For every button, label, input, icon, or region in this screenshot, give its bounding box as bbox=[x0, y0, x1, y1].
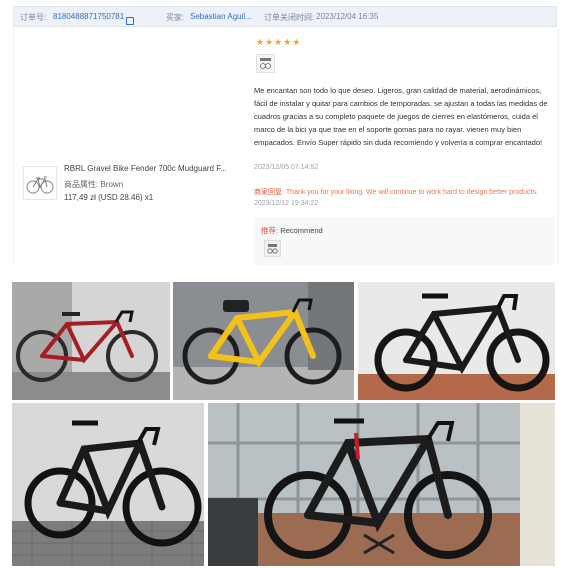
copy-icon[interactable] bbox=[126, 17, 135, 25]
customer-photo-black-bike-1[interactable] bbox=[358, 282, 555, 400]
customer-photo-black-bike-3[interactable] bbox=[208, 403, 555, 566]
review-content: ★★★★★ Me encantan son todo lo que deseo.… bbox=[254, 28, 554, 265]
product-quantity: x1 bbox=[144, 193, 154, 202]
buyer-label: 买家: bbox=[166, 13, 185, 22]
recommend-photo-thumb[interactable] bbox=[264, 240, 281, 257]
product-price: 117,49 zł (USD 28.46) x1 bbox=[64, 193, 153, 202]
review-card: RBRL Gravel Bike Fender 700c Mudguard F.… bbox=[13, 28, 559, 265]
recommend-value: Recommend bbox=[280, 226, 323, 235]
rating-stars: ★★★★★ bbox=[256, 37, 302, 47]
recommend-label: 推荐: bbox=[261, 226, 279, 235]
product-price-value: 117,49 zł (USD 28.46) bbox=[64, 193, 143, 202]
review-text: Me encantan son todo lo que deseo. Liger… bbox=[254, 86, 548, 147]
order-number-link[interactable]: 8180488871750781 bbox=[53, 12, 135, 25]
seller-reply-text: Thank you for your liking. We will conti… bbox=[285, 189, 538, 196]
recommend-row: 推荐: Recommend bbox=[261, 225, 323, 236]
product-attr-value: Brown bbox=[100, 180, 124, 189]
order-number-label: 订单号: bbox=[20, 13, 47, 22]
review-date: 2023/12/05 07:14:52 bbox=[254, 164, 319, 171]
customer-photo-black-bike-2[interactable] bbox=[12, 403, 204, 566]
order-info-bar: 订单号: 8180488871750781 买家: Sebastian Agui… bbox=[13, 6, 557, 27]
customer-photo-red-bike[interactable] bbox=[12, 282, 170, 400]
order-number-text: 8180488871750781 bbox=[53, 12, 125, 21]
customer-photo-yellow-bike[interactable] bbox=[173, 282, 354, 400]
product-attr-label: 商品属性: bbox=[64, 180, 99, 189]
order-close-time: 2023/12/04 16:35 bbox=[316, 12, 379, 21]
recommend-box: 推荐: Recommend bbox=[254, 217, 554, 265]
buyer-name-link[interactable]: Sebastian Aguil... bbox=[190, 12, 252, 21]
product-attribute: 商品属性: Brown bbox=[64, 179, 123, 190]
product-title-link[interactable]: RBRL Gravel Bike Fender 700c Mudguard F.… bbox=[64, 164, 227, 173]
order-close-time-label: 订单关闭时间: bbox=[264, 13, 315, 22]
seller-reply-label: 商家回复: bbox=[254, 189, 284, 196]
seller-reply-date: 2023/12/12 19:34:22 bbox=[254, 200, 319, 207]
seller-reply: 商家回复: Thank you for your liking. We will… bbox=[254, 187, 538, 197]
product-thumbnail[interactable] bbox=[23, 166, 57, 200]
review-photo-thumb[interactable] bbox=[256, 54, 275, 73]
